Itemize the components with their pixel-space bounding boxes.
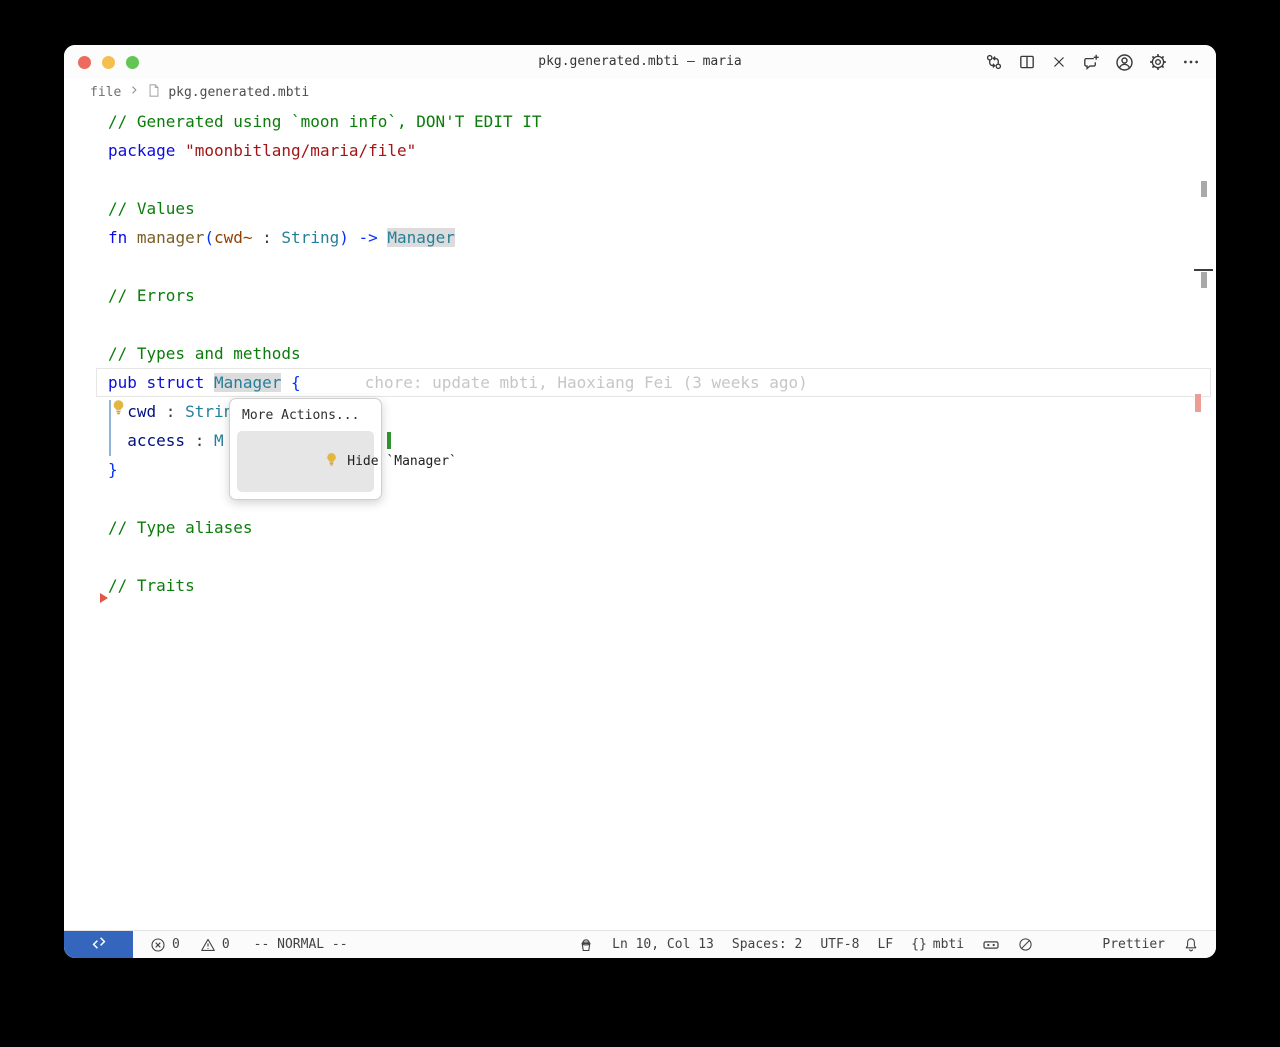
vscode-window: pkg.generated.mbti — maria file pkg.gene…	[64, 45, 1216, 958]
bracket-green	[387, 432, 391, 449]
editor-area[interactable]: // Generated using `moon info`, DON'T ED…	[64, 105, 1216, 930]
breadcrumb-filename[interactable]: pkg.generated.mbti	[168, 85, 309, 100]
chevron-right-icon	[128, 84, 140, 100]
formatter-label: Prettier	[1102, 937, 1165, 952]
code-line[interactable]: // Values	[108, 194, 1216, 223]
code-line[interactable]: // Traits	[108, 571, 1216, 600]
lightbulb-icon[interactable]	[110, 399, 127, 416]
overview-error-marker	[1195, 394, 1201, 412]
error-icon	[150, 937, 166, 953]
account-icon[interactable]	[1115, 53, 1134, 72]
minimize-traffic-light[interactable]	[102, 56, 115, 69]
code-line[interactable]: pub struct Manager {chore: update mbti, …	[108, 368, 1216, 397]
paint-bucket-icon[interactable]	[578, 937, 594, 953]
file-icon	[147, 83, 161, 102]
vim-mode-indicator[interactable]: -- NORMAL --	[254, 937, 348, 952]
language-mode[interactable]: {} mbti	[911, 937, 964, 952]
code-line[interactable]: // Types and methods	[108, 339, 1216, 368]
settings-gear-icon[interactable]	[1149, 53, 1167, 71]
more-ellipsis-icon[interactable]	[1182, 53, 1200, 71]
breadcrumb-folder[interactable]: file	[90, 85, 121, 100]
warning-icon	[200, 937, 216, 953]
eol-status[interactable]: LF	[877, 937, 893, 952]
code-lines[interactable]: // Generated using `moon info`, DON'T ED…	[108, 107, 1216, 600]
popup-item-hide-manager[interactable]: Hide `Manager`	[237, 431, 457, 492]
code-line[interactable]	[108, 252, 1216, 281]
braces-icon: {}	[911, 937, 927, 952]
code-line[interactable]	[108, 542, 1216, 571]
popup-item-label: Hide `Manager`	[347, 454, 457, 469]
popup-header: More Actions...	[242, 408, 360, 423]
code-line[interactable]: package "moonbitlang/maria/file"	[108, 136, 1216, 165]
warning-count: 0	[221, 937, 230, 952]
code-line[interactable]	[108, 310, 1216, 339]
lightbulb-icon	[246, 437, 339, 486]
code-line[interactable]: // Type aliases	[108, 513, 1216, 542]
encoding-status[interactable]: UTF-8	[820, 937, 859, 952]
code-line[interactable]	[108, 165, 1216, 194]
error-count: 0	[172, 937, 180, 952]
circle-slash-icon	[1018, 907, 1096, 958]
code-action-popup: More Actions... Hide `Manager`	[229, 398, 457, 500]
split-editor-icon[interactable]	[1018, 53, 1036, 71]
bell-icon[interactable]	[1183, 937, 1199, 953]
formatter-status[interactable]: Prettier	[1018, 907, 1165, 958]
copilot-icon[interactable]	[982, 936, 1000, 954]
close-icon[interactable]	[1051, 54, 1067, 70]
language-label: mbti	[932, 937, 965, 952]
status-bar: 0 0 -- NORMAL -- Ln 10, Col 13 Spaces: 2	[64, 930, 1216, 958]
code-line[interactable]: // Generated using `moon info`, DON'T ED…	[108, 107, 1216, 136]
cursor-position[interactable]: Ln 10, Col 13	[612, 937, 714, 952]
indentation-status[interactable]: Spaces: 2	[732, 937, 802, 952]
overview-cursor-marker	[1194, 269, 1213, 271]
overview-highlight-marker	[1201, 181, 1207, 197]
problems-status[interactable]: 0 0	[150, 937, 230, 953]
remote-icon	[91, 935, 107, 955]
zoom-traffic-light[interactable]	[126, 56, 139, 69]
remote-indicator[interactable]	[64, 930, 133, 958]
red-triangle-marker	[100, 593, 108, 603]
git-compare-icon[interactable]	[985, 53, 1003, 71]
code-line[interactable]: fn manager(cwd~ : String) -> Manager	[108, 223, 1216, 252]
code-line[interactable]: // Errors	[108, 281, 1216, 310]
overview-highlight-marker	[1201, 272, 1207, 288]
chat-add-icon[interactable]	[1082, 53, 1100, 71]
breadcrumb: file pkg.generated.mbti	[64, 79, 1216, 105]
close-traffic-light[interactable]	[78, 56, 91, 69]
title-bar: pkg.generated.mbti — maria	[64, 45, 1216, 79]
